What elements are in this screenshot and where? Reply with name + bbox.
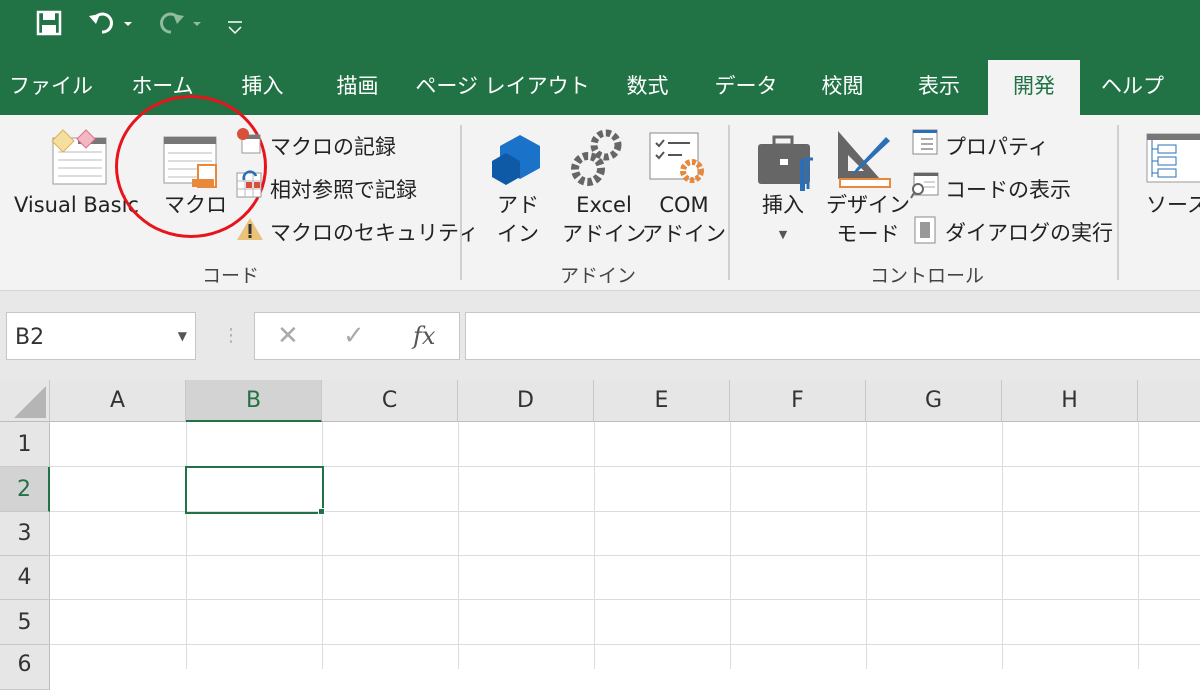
gridline (322, 422, 323, 669)
insert-control-icon (756, 135, 818, 197)
addin-label: イン (497, 222, 539, 246)
row-header-3[interactable]: 3 (0, 512, 50, 556)
group-label-controls: コントロール (870, 265, 985, 287)
group-divider (1117, 125, 1119, 280)
tab-help[interactable]: ヘルプ (1095, 60, 1170, 115)
view-code-button[interactable]: コードの表示 (945, 174, 1071, 204)
formula-input[interactable] (465, 312, 1200, 360)
select-all-button[interactable] (0, 380, 50, 422)
group-label-code: コード (202, 265, 260, 287)
com-addin-label: COM (659, 193, 709, 217)
gridline (50, 644, 1200, 645)
tab-formulas[interactable]: 数式 (610, 60, 685, 115)
excel-addin-label: Excel (576, 193, 632, 217)
tab-data[interactable]: データ (705, 60, 787, 115)
tab-file[interactable]: ファイル (5, 60, 97, 115)
gridline (730, 422, 731, 669)
excel-addin-button[interactable]: Excel アドイン (562, 191, 646, 249)
group-label-addins: アドイン (560, 265, 637, 287)
insert-control-label: 挿入 (762, 193, 804, 217)
name-box[interactable]: B2 ▼ (6, 312, 196, 360)
row-header-1[interactable]: 1 (0, 422, 50, 467)
com-addin-label: アドイン (642, 222, 726, 246)
formula-bar-area: B2 ▼ ⋮ ✕ ✓ fx (0, 291, 1200, 380)
macro-security-button[interactable]: マクロのセキュリティ (270, 217, 479, 247)
run-dialog-icon (914, 216, 936, 248)
addin-button[interactable]: アド イン (497, 191, 539, 249)
column-header-g[interactable]: G (866, 380, 1002, 422)
design-mode-icon (836, 129, 892, 193)
group-divider (728, 125, 730, 280)
tab-developer[interactable]: 開発 (988, 60, 1080, 115)
xml-source-icon (1146, 133, 1200, 189)
column-header-d[interactable]: D (458, 380, 594, 422)
run-dialog-button[interactable]: ダイアログの実行 (945, 217, 1113, 247)
tab-review[interactable]: 校閲 (805, 60, 880, 115)
column-header-a[interactable]: A (50, 380, 186, 422)
tab-view[interactable]: 表示 (900, 60, 978, 115)
addin-icon (490, 133, 544, 191)
relative-reference-icon (236, 170, 262, 202)
com-addin-button[interactable]: COM アドイン (642, 191, 726, 249)
properties-icon (912, 129, 938, 159)
row-header-5[interactable]: 5 (0, 600, 50, 645)
gridline (458, 422, 459, 669)
undo-icon[interactable] (88, 8, 132, 45)
dropdown-arrow-icon: ▼ (778, 228, 788, 241)
name-box-value: B2 (15, 325, 45, 350)
drag-handle-icon[interactable]: ⋮ (222, 325, 240, 346)
row-header-4[interactable]: 4 (0, 556, 50, 600)
com-addin-icon (648, 131, 706, 191)
fill-handle[interactable] (318, 508, 325, 515)
ribbon: Visual Basic マクロ マクロの記録 相対参照で記録 マクロのセキュリ… (0, 95, 1200, 291)
gridline (1138, 422, 1139, 669)
design-mode-label: モード (836, 222, 900, 246)
redo-icon (155, 8, 205, 45)
record-macro-icon (236, 127, 262, 159)
enter-icon[interactable]: ✓ (343, 321, 365, 351)
design-mode-button[interactable]: デザイン モード (826, 191, 910, 249)
row-header-2[interactable]: 2 (0, 467, 50, 512)
selected-cell-b2[interactable] (185, 466, 324, 514)
row-header-6[interactable]: 6 (0, 645, 50, 690)
gridline (594, 422, 595, 669)
column-header-h[interactable]: H (1002, 380, 1138, 422)
design-mode-label: デザイン (826, 193, 910, 217)
tab-draw[interactable]: 描画 (320, 60, 395, 115)
relative-reference-button[interactable]: 相対参照で記録 (270, 174, 417, 204)
tab-insert[interactable]: 挿入 (225, 60, 300, 115)
warning-icon (236, 217, 264, 245)
insert-control-button[interactable]: 挿入 ▼ (762, 191, 804, 249)
column-header-e[interactable]: E (594, 380, 730, 422)
gridline (866, 422, 867, 669)
gridline (50, 555, 1200, 556)
xml-source-button[interactable]: ソース (1146, 191, 1200, 220)
visual-basic-button[interactable]: Visual Basic (14, 191, 139, 220)
group-divider (460, 125, 462, 280)
properties-button[interactable]: プロパティ (945, 131, 1049, 161)
customize-icon[interactable] (226, 14, 244, 44)
column-header-b[interactable]: B (186, 380, 322, 422)
name-box-dropdown-icon[interactable]: ▼ (178, 329, 187, 343)
gridline (50, 599, 1200, 600)
save-icon[interactable] (36, 10, 62, 43)
gridline (186, 422, 187, 669)
addin-label: アド (497, 193, 539, 217)
view-code-icon (910, 172, 940, 204)
tab-page-layout[interactable]: ページ レイアウト (415, 60, 590, 115)
column-header-c[interactable]: C (322, 380, 458, 422)
record-macro-button[interactable]: マクロの記録 (270, 131, 396, 161)
excel-addin-label: アドイン (562, 222, 646, 246)
visual-basic-icon (48, 128, 108, 190)
column-header-f[interactable]: F (730, 380, 866, 422)
cancel-icon[interactable]: ✕ (277, 321, 299, 351)
gridline (1002, 422, 1003, 669)
formula-buttons: ✕ ✓ fx (254, 312, 460, 360)
excel-addin-gear-icon (568, 125, 624, 191)
column-header-next[interactable] (1138, 380, 1200, 422)
insert-function-icon[interactable]: fx (413, 322, 435, 350)
